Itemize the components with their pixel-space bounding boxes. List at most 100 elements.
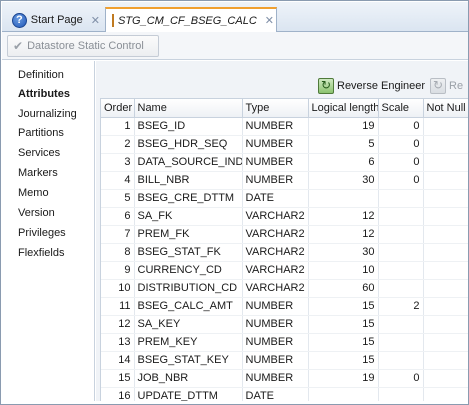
order-cell[interactable]: 1 <box>101 117 135 136</box>
table-row[interactable]: 2 BSEG_HDR_SEQ NUMBER 5 0 <box>101 135 468 154</box>
name-cell[interactable]: BSEG_CALC_AMT <box>134 297 243 316</box>
type-cell[interactable]: VARCHAR2 <box>242 207 309 226</box>
column-header-type[interactable]: Type <box>242 99 309 118</box>
table-row[interactable]: 7 PREM_FK VARCHAR2 12 <box>101 225 468 244</box>
name-cell[interactable]: BSEG_STAT_KEY <box>134 351 243 370</box>
type-cell[interactable]: DATE <box>242 189 309 208</box>
scale-cell[interactable]: 0 <box>378 369 424 388</box>
table-row[interactable]: 15 JOB_NBR NUMBER 19 0 <box>101 369 468 388</box>
scale-cell[interactable]: 0 <box>378 135 424 154</box>
not-null-cell[interactable] <box>423 297 468 316</box>
table-row[interactable]: 1 BSEG_ID NUMBER 19 0 <box>101 117 468 136</box>
scale-cell[interactable]: 0 <box>378 153 424 172</box>
order-cell[interactable]: 11 <box>101 297 135 316</box>
type-cell[interactable]: VARCHAR2 <box>242 279 309 298</box>
name-cell[interactable]: BSEG_ID <box>134 117 243 136</box>
type-cell[interactable]: NUMBER <box>242 297 309 316</box>
table-row[interactable]: 9 CURRENCY_CD VARCHAR2 10 <box>101 261 468 280</box>
order-cell[interactable]: 4 <box>101 171 135 190</box>
scale-cell[interactable] <box>378 387 424 401</box>
table-row[interactable]: 3 DATA_SOURCE_IND NUMBER 6 0 <box>101 153 468 172</box>
name-cell[interactable]: SA_FK <box>134 207 243 226</box>
order-cell[interactable]: 6 <box>101 207 135 226</box>
reverse-engineer-button[interactable]: Reverse Engineer <box>318 77 425 95</box>
name-cell[interactable]: DATA_SOURCE_IND <box>134 153 243 172</box>
order-cell[interactable]: 10 <box>101 279 135 298</box>
scale-cell[interactable] <box>378 207 424 226</box>
name-cell[interactable]: BSEG_CRE_DTTM <box>134 189 243 208</box>
table-row[interactable]: 11 BSEG_CALC_AMT NUMBER 15 2 <box>101 297 468 316</box>
table-row[interactable]: 4 BILL_NBR NUMBER 30 0 <box>101 171 468 190</box>
not-null-cell[interactable] <box>423 135 468 154</box>
logical-length-cell[interactable]: 15 <box>308 351 379 370</box>
logical-length-cell[interactable]: 15 <box>308 333 379 352</box>
type-cell[interactable]: NUMBER <box>242 369 309 388</box>
type-cell[interactable]: NUMBER <box>242 153 309 172</box>
scale-cell[interactable]: 2 <box>378 297 424 316</box>
order-cell[interactable]: 2 <box>101 135 135 154</box>
type-cell[interactable]: NUMBER <box>242 117 309 136</box>
close-icon[interactable]: ✕ <box>91 14 100 27</box>
not-null-cell[interactable] <box>423 369 468 388</box>
logical-length-cell[interactable]: 19 <box>308 117 379 136</box>
type-cell[interactable]: NUMBER <box>242 351 309 370</box>
logical-length-cell[interactable]: 19 <box>308 369 379 388</box>
table-row[interactable]: 10 DISTRIBUTION_CD VARCHAR2 60 <box>101 279 468 298</box>
order-cell[interactable]: 14 <box>101 351 135 370</box>
scale-cell[interactable] <box>378 315 424 334</box>
not-null-cell[interactable] <box>423 279 468 298</box>
column-header-logical-length[interactable]: Logical length <box>308 99 379 118</box>
logical-length-cell[interactable]: 60 <box>308 279 379 298</box>
not-null-cell[interactable] <box>423 189 468 208</box>
type-cell[interactable]: NUMBER <box>242 171 309 190</box>
name-cell[interactable]: SA_KEY <box>134 315 243 334</box>
name-cell[interactable]: UPDATE_DTTM <box>134 387 243 401</box>
name-cell[interactable]: BSEG_STAT_FK <box>134 243 243 262</box>
close-icon[interactable]: ✕ <box>265 14 274 27</box>
type-cell[interactable]: DATE <box>242 387 309 401</box>
sidebar-item-memo[interactable]: Memo <box>18 185 49 201</box>
sidebar-item-version[interactable]: Version <box>18 205 55 221</box>
tab-stg-cm-cf-bseg-calc[interactable]: STG_CM_CF_BSEG_CALC ✕ <box>105 7 277 32</box>
type-cell[interactable]: NUMBER <box>242 315 309 334</box>
not-null-cell[interactable] <box>423 117 468 136</box>
table-row[interactable]: 16 UPDATE_DTTM DATE <box>101 387 468 401</box>
table-row[interactable]: 12 SA_KEY NUMBER 15 <box>101 315 468 334</box>
scale-cell[interactable] <box>378 189 424 208</box>
logical-length-cell[interactable] <box>308 387 379 401</box>
order-cell[interactable]: 13 <box>101 333 135 352</box>
logical-length-cell[interactable]: 15 <box>308 315 379 334</box>
scale-cell[interactable] <box>378 261 424 280</box>
secondary-reverse-button[interactable]: Re <box>430 77 468 95</box>
type-cell[interactable]: NUMBER <box>242 333 309 352</box>
not-null-cell[interactable] <box>423 225 468 244</box>
logical-length-cell[interactable]: 12 <box>308 207 379 226</box>
not-null-cell[interactable] <box>423 387 468 401</box>
table-row[interactable]: 13 PREM_KEY NUMBER 15 <box>101 333 468 352</box>
sidebar-item-partitions[interactable]: Partitions <box>18 125 64 141</box>
order-cell[interactable]: 12 <box>101 315 135 334</box>
logical-length-cell[interactable]: 30 <box>308 171 379 190</box>
sidebar-item-services[interactable]: Services <box>18 145 60 161</box>
table-row[interactable]: 5 BSEG_CRE_DTTM DATE <box>101 189 468 208</box>
sidebar-item-privileges[interactable]: Privileges <box>18 225 66 241</box>
order-cell[interactable]: 9 <box>101 261 135 280</box>
order-cell[interactable]: 5 <box>101 189 135 208</box>
sidebar-item-attributes[interactable]: Attributes <box>18 86 70 102</box>
scale-cell[interactable] <box>378 225 424 244</box>
column-header-not-null[interactable]: Not Null <box>423 99 468 118</box>
name-cell[interactable]: PREM_KEY <box>134 333 243 352</box>
sidebar-item-definition[interactable]: Definition <box>18 67 64 83</box>
type-cell[interactable]: VARCHAR2 <box>242 225 309 244</box>
logical-length-cell[interactable]: 5 <box>308 135 379 154</box>
logical-length-cell[interactable]: 6 <box>308 153 379 172</box>
not-null-cell[interactable] <box>423 171 468 190</box>
name-cell[interactable]: DISTRIBUTION_CD <box>134 279 243 298</box>
column-header-order[interactable]: Order <box>101 99 135 118</box>
logical-length-cell[interactable]: 30 <box>308 243 379 262</box>
table-row[interactable]: 6 SA_FK VARCHAR2 12 <box>101 207 468 226</box>
scale-cell[interactable] <box>378 243 424 262</box>
logical-length-cell[interactable]: 12 <box>308 225 379 244</box>
column-header-name[interactable]: Name <box>134 99 243 118</box>
type-cell[interactable]: VARCHAR2 <box>242 243 309 262</box>
